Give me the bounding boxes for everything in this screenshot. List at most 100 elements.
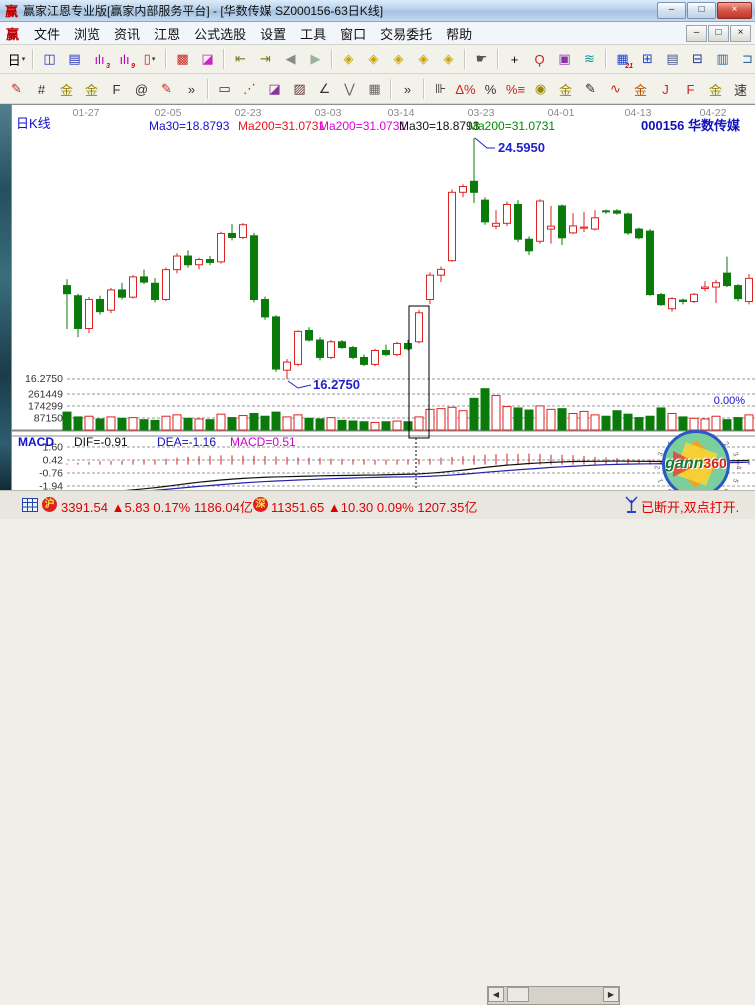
brush-icon[interactable]: ✎ bbox=[4, 77, 29, 101]
magnifier-icon[interactable]: Ϙ bbox=[527, 47, 552, 71]
calculator-icon[interactable]: ⊞ bbox=[635, 47, 660, 71]
minimize-button[interactable]: – bbox=[657, 2, 686, 19]
scroll-left-arrow[interactable]: ◀ bbox=[488, 987, 504, 1002]
calendar-icon[interactable]: ▦21 bbox=[610, 47, 635, 71]
download-cart-icon[interactable]: ⊐ bbox=[735, 47, 755, 71]
export-icon[interactable]: ▥ bbox=[710, 47, 735, 71]
market-table-icon[interactable] bbox=[22, 498, 38, 512]
horizontal-scrollbar[interactable]: ◀ ▶ bbox=[487, 986, 620, 1005]
gann-gold2-icon[interactable]: 金 bbox=[79, 77, 104, 101]
kline-period-selector[interactable]: 日▾ bbox=[4, 47, 29, 71]
kline-chart-canvas[interactable]: 16.2750261449174299871501.600.42-0.76-1.… bbox=[12, 105, 755, 490]
spiral-icon[interactable]: @ bbox=[129, 77, 154, 101]
marker-icon[interactable]: ✎ bbox=[578, 77, 603, 101]
gann360-logo: gann360 bbox=[662, 430, 730, 498]
toolbar-separator bbox=[207, 79, 209, 99]
mdi-close-button[interactable]: × bbox=[730, 25, 751, 42]
svg-text:0.42: 0.42 bbox=[43, 454, 64, 466]
prev-page-icon[interactable]: ◀ bbox=[278, 47, 303, 71]
gold-lines-icon[interactable]: 金 bbox=[553, 77, 578, 101]
scroll-thumb[interactable] bbox=[507, 987, 529, 1002]
gann-gold-icon[interactable]: 金 bbox=[54, 77, 79, 101]
grid-tool-icon[interactable]: # bbox=[29, 77, 54, 101]
pattern-box-icon[interactable]: ▩ bbox=[170, 47, 195, 71]
maximize-button[interactable]: □ bbox=[687, 2, 716, 19]
mdi-restore-button[interactable]: □ bbox=[708, 25, 729, 42]
shanghai-index-quote: 3391.54 ▲5.83 0.17% 1186.04亿 bbox=[61, 497, 253, 516]
notebook-icon[interactable]: ▤ bbox=[660, 47, 685, 71]
candle-style-icon[interactable]: ▯▾ bbox=[137, 47, 162, 71]
zoom-diamond-4-icon[interactable]: ◈ bbox=[411, 47, 436, 71]
app-logo-icon: 赢 bbox=[5, 1, 18, 20]
save-icon[interactable]: ⊟ bbox=[685, 47, 710, 71]
speed-line-icon[interactable]: 速 bbox=[728, 77, 753, 101]
trend-flag-icon[interactable]: ◪ bbox=[195, 47, 220, 71]
vee-line-icon[interactable]: ⋁ bbox=[337, 77, 362, 101]
toolbar-separator bbox=[331, 49, 333, 69]
quote-list-icon[interactable]: ▤ bbox=[62, 47, 87, 71]
menu-item-5[interactable]: 设置 bbox=[253, 25, 293, 44]
wave-icon[interactable]: ∿ bbox=[603, 77, 628, 101]
menu-item-3[interactable]: 江恩 bbox=[147, 25, 187, 44]
minute3-chart-icon[interactable]: ılı3 bbox=[87, 47, 112, 71]
crosshair-icon[interactable]: + bbox=[502, 47, 527, 71]
scroll-right-arrow[interactable]: ▶ bbox=[603, 987, 619, 1002]
svg-text:03-23: 03-23 bbox=[468, 107, 495, 119]
svg-text:Ma200=31.0731: Ma200=31.0731 bbox=[238, 119, 325, 133]
angle-line-icon[interactable]: ∠ bbox=[312, 77, 337, 101]
kline-chart-area[interactable]: 16.2750261449174299871501.600.42-0.76-1.… bbox=[11, 104, 755, 490]
toolbar-separator bbox=[390, 79, 392, 99]
menu-item-2[interactable]: 资讯 bbox=[107, 25, 147, 44]
percent-icon[interactable]: % bbox=[478, 77, 503, 101]
arc-box-icon[interactable]: ◪ bbox=[262, 77, 287, 101]
window-title: 赢家江恩专业版[赢家内部服务平台] - [华数传媒 SZ000156-63日K线… bbox=[23, 2, 383, 19]
close-button[interactable]: × bbox=[717, 2, 752, 19]
minute9-chart-icon[interactable]: ılı9 bbox=[112, 47, 137, 71]
menu-item-1[interactable]: 浏览 bbox=[67, 25, 107, 44]
zoom-diamond-5-icon[interactable]: ◈ bbox=[436, 47, 461, 71]
percent-lines-icon[interactable]: %≡ bbox=[503, 77, 528, 101]
zoom-diamond-3-icon[interactable]: ◈ bbox=[386, 47, 411, 71]
menu-item-6[interactable]: 工具 bbox=[293, 25, 333, 44]
menu-item-0[interactable]: 文件 bbox=[27, 25, 67, 44]
gold-angle-icon[interactable]: 金 bbox=[628, 77, 653, 101]
last-page-icon[interactable]: ⇥ bbox=[253, 47, 278, 71]
menu-item-4[interactable]: 公式选股 bbox=[187, 25, 253, 44]
zoom-diamond-2-icon[interactable]: ◈ bbox=[361, 47, 386, 71]
toolbox-icon[interactable]: ▣ bbox=[552, 47, 577, 71]
grid-block-icon[interactable]: ▦ bbox=[362, 77, 387, 101]
svg-text:04-01: 04-01 bbox=[548, 107, 575, 119]
f-angle-icon[interactable]: F bbox=[678, 77, 703, 101]
scale-ruler-icon[interactable]: ⊪ bbox=[428, 77, 453, 101]
next-page-icon[interactable]: ▶ bbox=[303, 47, 328, 71]
svg-text:日K线: 日K线 bbox=[16, 116, 51, 131]
svg-text:01-27: 01-27 bbox=[73, 107, 100, 119]
connection-status-text[interactable]: 已断开,双点打开. bbox=[641, 497, 739, 516]
shanghai-index-icon[interactable]: 沪 bbox=[42, 497, 57, 512]
svg-text:16.2750: 16.2750 bbox=[25, 373, 63, 385]
menu-item-9[interactable]: 帮助 bbox=[439, 25, 479, 44]
menu-item-8[interactable]: 交易委托 bbox=[373, 25, 439, 44]
gold-ray-icon[interactable]: 金 bbox=[703, 77, 728, 101]
more-tools2-icon[interactable]: » bbox=[395, 77, 420, 101]
menu-item-7[interactable]: 窗口 bbox=[333, 25, 373, 44]
shenzhen-index-icon[interactable]: 深 bbox=[253, 497, 268, 512]
first-page-icon[interactable]: ⇤ bbox=[228, 47, 253, 71]
gann-circle-icon[interactable]: ◉ bbox=[528, 77, 553, 101]
j-angle-icon[interactable]: J bbox=[653, 77, 678, 101]
ray-fan-icon[interactable]: ⋰ bbox=[237, 77, 262, 101]
mdi-minimize-button[interactable]: – bbox=[686, 25, 707, 42]
percent-retrace-icon[interactable]: Δ% bbox=[453, 77, 478, 101]
pan-hand-icon[interactable]: ☛ bbox=[469, 47, 494, 71]
svg-text:Ma30=18.8793: Ma30=18.8793 bbox=[149, 119, 230, 133]
more-tools-icon[interactable]: » bbox=[179, 77, 204, 101]
hatch-box-icon[interactable]: ▨ bbox=[287, 77, 312, 101]
fibonacci-icon[interactable]: F bbox=[104, 77, 129, 101]
intraday-chart-icon[interactable]: ◫ bbox=[37, 47, 62, 71]
brush-ruler-icon[interactable]: ✎ bbox=[154, 77, 179, 101]
svg-text:MACD: MACD bbox=[18, 435, 54, 449]
rect-tool-icon[interactable]: ▭ bbox=[212, 77, 237, 101]
zoom-diamond-1-icon[interactable]: ◈ bbox=[336, 47, 361, 71]
toolbar-separator bbox=[423, 79, 425, 99]
multi-line-icon[interactable]: ≋ bbox=[577, 47, 602, 71]
